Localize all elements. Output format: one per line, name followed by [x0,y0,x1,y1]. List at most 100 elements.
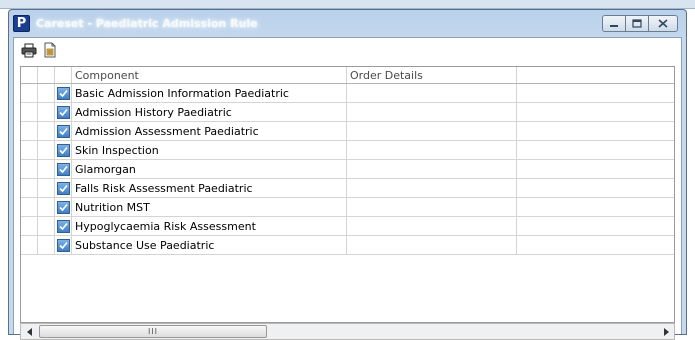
component-cell[interactable]: Admission History Paediatric [72,103,347,121]
component-checkbox[interactable] [56,238,70,252]
row-spacer [38,160,55,178]
toolbar [14,38,681,62]
close-button[interactable] [648,15,678,32]
checkmark-icon [58,127,68,135]
checkmark-icon [58,184,68,192]
window-controls [602,15,678,32]
table-row[interactable]: Glamorgan [21,160,674,179]
title-bar[interactable]: P Careset - Paediatric Admission Rule [9,10,686,36]
row-checkbox-cell [55,160,72,178]
header-blank-2 [38,67,55,83]
grid-body: Basic Admission Information Paediatric Ad… [21,84,674,255]
scroll-right-button[interactable] [657,324,674,339]
row-indicator [21,103,38,121]
row-filler [517,103,674,121]
component-checkbox[interactable] [56,219,70,233]
component-cell[interactable]: Substance Use Paediatric [72,236,347,254]
window-title: Careset - Paediatric Admission Rule [36,16,258,30]
row-indicator [21,84,38,102]
row-spacer [38,103,55,121]
table-row[interactable]: Hypoglycaemia Risk Assessment [21,217,674,236]
component-checkbox[interactable] [56,105,70,119]
row-filler [517,122,674,140]
order-details-cell[interactable] [347,217,517,235]
component-cell[interactable]: Admission Assessment Paediatric [72,122,347,140]
row-spacer [38,198,55,216]
print-button[interactable] [20,41,38,59]
maximize-icon [632,19,642,28]
component-cell[interactable]: Falls Risk Assessment Paediatric [72,179,347,197]
minimize-icon [610,24,618,27]
arrow-right-icon [663,327,669,336]
checkmark-icon [58,165,68,173]
order-details-cell[interactable] [347,103,517,121]
order-details-cell[interactable] [347,122,517,140]
table-row[interactable]: Falls Risk Assessment Paediatric [21,179,674,198]
checkmark-icon [58,203,68,211]
row-checkbox-cell [55,236,72,254]
row-spacer [38,179,55,197]
print-icon [21,43,37,57]
table-row[interactable]: Skin Inspection [21,141,674,160]
background-app-strip [0,0,695,9]
row-checkbox-cell [55,217,72,235]
component-checkbox[interactable] [56,143,70,157]
order-details-cell[interactable] [347,160,517,178]
row-spacer [38,236,55,254]
row-checkbox-cell [55,122,72,140]
component-checkbox[interactable] [56,181,70,195]
table-row[interactable]: Nutrition MST [21,198,674,217]
horizontal-scrollbar[interactable]: III [20,323,675,340]
component-cell[interactable]: Basic Admission Information Paediatric [72,84,347,102]
table-row[interactable]: Basic Admission Information Paediatric [21,84,674,103]
table-row[interactable]: Substance Use Paediatric [21,236,674,255]
row-filler [517,217,674,235]
row-checkbox-cell [55,198,72,216]
window-client-area: Component Order Details Basic Admission … [13,37,682,340]
row-filler [517,84,674,102]
close-icon [658,19,668,28]
row-indicator [21,217,38,235]
export-button[interactable] [41,41,59,59]
order-details-cell[interactable] [347,84,517,102]
row-filler [517,141,674,159]
row-checkbox-cell [55,103,72,121]
component-cell[interactable]: Hypoglycaemia Risk Assessment [72,217,347,235]
component-cell[interactable]: Nutrition MST [72,198,347,216]
header-order-details[interactable]: Order Details [347,67,517,83]
component-grid: Component Order Details Basic Admission … [20,66,675,323]
maximize-button[interactable] [625,15,649,32]
component-cell[interactable]: Skin Inspection [72,141,347,159]
header-component[interactable]: Component [72,67,347,83]
row-spacer [38,217,55,235]
grid-header: Component Order Details [21,67,674,84]
order-details-cell[interactable] [347,236,517,254]
row-filler [517,236,674,254]
row-indicator [21,160,38,178]
row-filler [517,160,674,178]
table-row[interactable]: Admission Assessment Paediatric [21,122,674,141]
component-checkbox[interactable] [56,86,70,100]
scroll-left-button[interactable] [21,324,38,339]
row-checkbox-cell [55,179,72,197]
component-checkbox[interactable] [56,124,70,138]
table-row[interactable]: Admission History Paediatric [21,103,674,122]
component-checkbox[interactable] [56,200,70,214]
checkmark-icon [58,222,68,230]
scroll-thumb[interactable]: III [39,325,267,338]
minimize-button[interactable] [602,15,626,32]
export-icon [44,42,55,58]
order-details-cell[interactable] [347,179,517,197]
order-details-cell[interactable] [347,198,517,216]
header-filler [517,67,674,83]
row-spacer [38,141,55,159]
header-blank-3 [55,67,72,83]
component-cell[interactable]: Glamorgan [72,160,347,178]
row-indicator [21,179,38,197]
row-checkbox-cell [55,84,72,102]
order-details-cell[interactable] [347,141,517,159]
app-logo-icon: P [13,14,30,32]
checkmark-icon [58,89,68,97]
header-blank-1 [21,67,38,83]
component-checkbox[interactable] [56,162,70,176]
